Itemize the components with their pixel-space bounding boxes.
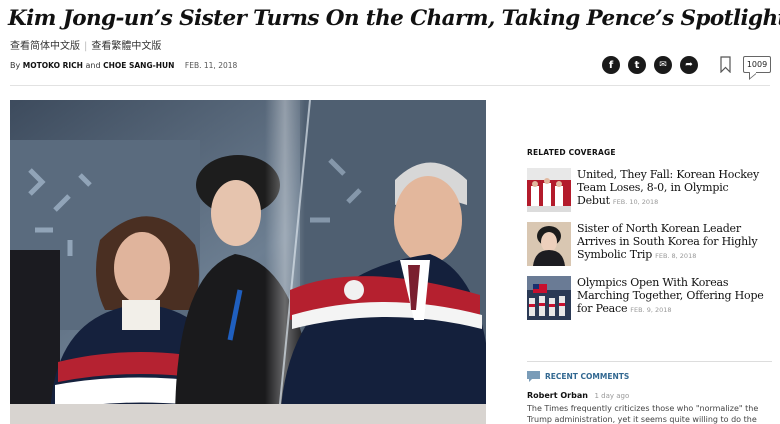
share-tools: f t ✉ ➦	[602, 56, 698, 74]
hockey-thumb-image	[527, 168, 571, 212]
ceremony-thumb-image	[527, 276, 571, 320]
related-item[interactable]: Sister of North Korean Leader Arrives in…	[527, 222, 772, 266]
related-date-2: FEB. 8, 2018	[655, 252, 697, 260]
simplified-chinese-link[interactable]: 查看简体中文版	[10, 41, 80, 52]
related-date-1: FEB. 10, 2018	[612, 198, 659, 206]
lang-divider: |	[84, 41, 88, 52]
related-item[interactable]: Olympics Open With Koreas Marching Toget…	[527, 276, 772, 320]
comments-divider	[527, 361, 772, 362]
comment-time: 1 day ago	[594, 392, 630, 400]
share-icon[interactable]: ➦	[680, 56, 698, 74]
bookmark-icon[interactable]	[720, 56, 731, 73]
comment-meta: Robert Orban 1 day ago	[527, 391, 629, 400]
language-links: 查看简体中文版 | 查看繁體中文版	[10, 37, 161, 52]
commenter-name[interactable]: Robert Orban	[527, 391, 588, 400]
facebook-icon[interactable]: f	[602, 56, 620, 74]
article-headline: Kim Jong-un’s Sister Turns On the Charm,…	[8, 6, 780, 31]
twitter-icon[interactable]: t	[628, 56, 646, 74]
comments-count-button[interactable]: 1009	[743, 56, 771, 73]
author-link-motoko-rich[interactable]: MOTOKO RICH	[23, 61, 83, 70]
related-headline-3[interactable]: Olympics Open With Koreas Marching Toget…	[577, 276, 772, 320]
publish-date: FEB. 11, 2018	[184, 61, 238, 70]
author-link-choe-sang-hun[interactable]: CHOE SANG-HUN	[103, 61, 174, 70]
lead-photo-image	[10, 100, 486, 424]
related-date-3: FEB. 9, 2018	[630, 306, 672, 314]
comment-bubble-icon	[527, 371, 540, 382]
kim-thumb-image	[527, 222, 571, 266]
header-divider	[10, 85, 770, 86]
hockey-team-thumbnail[interactable]	[527, 168, 571, 212]
byline-and: and	[85, 61, 101, 70]
related-headline-2[interactable]: Sister of North Korean Leader Arrives in…	[577, 222, 772, 266]
related-coverage-title: RELATED COVERAGE	[527, 148, 616, 157]
recent-comments-header[interactable]: RECENT COMMENTS	[527, 371, 629, 382]
email-icon[interactable]: ✉	[654, 56, 672, 74]
lead-photo	[10, 100, 486, 424]
opening-ceremony-thumbnail[interactable]	[527, 276, 571, 320]
related-item[interactable]: United, They Fall: Korean Hockey Team Lo…	[527, 168, 772, 212]
comments-count: 1009	[746, 60, 768, 69]
traditional-chinese-link[interactable]: 查看繁體中文版	[91, 41, 161, 52]
comment-text[interactable]: The Times frequently criticizes those wh…	[527, 403, 775, 424]
related-headline-1[interactable]: United, They Fall: Korean Hockey Team Lo…	[577, 168, 772, 212]
recent-comments-title[interactable]: RECENT COMMENTS	[545, 372, 629, 381]
kim-yo-jong-thumbnail[interactable]	[527, 222, 571, 266]
byline-prefix: By	[10, 61, 21, 70]
byline: By MOTOKO RICH and CHOE SANG-HUN FEB. 11…	[10, 61, 237, 70]
